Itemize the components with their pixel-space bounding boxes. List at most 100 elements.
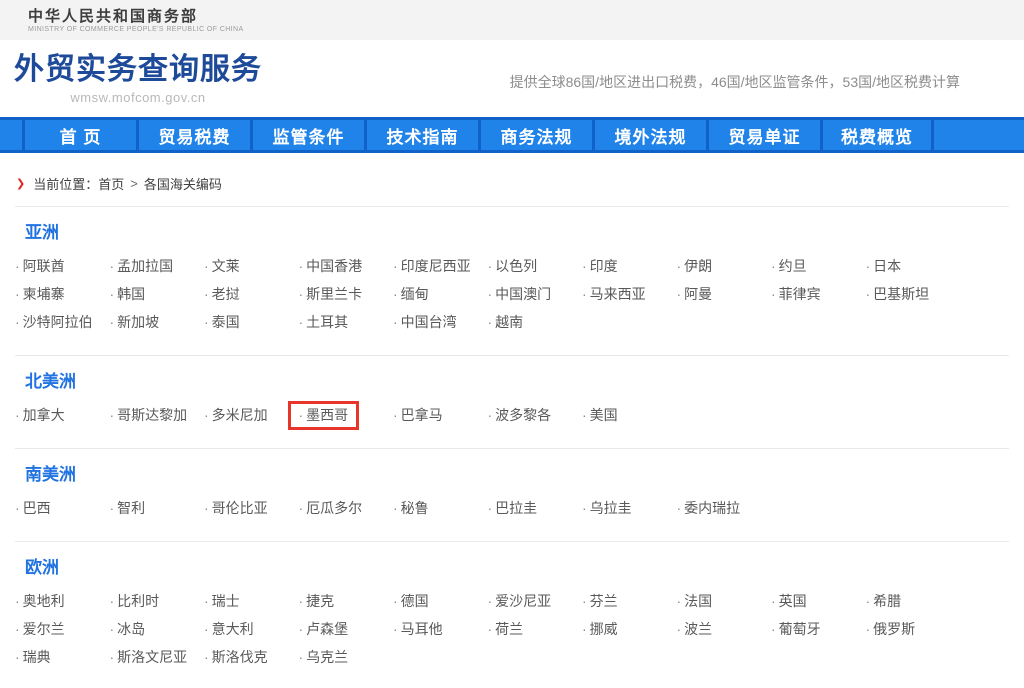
country-link[interactable]: ·越南 <box>488 314 583 331</box>
country-link[interactable]: ·多米尼加 <box>204 407 299 424</box>
country-link[interactable]: ·美国 <box>582 407 677 424</box>
country-name: 伊朗 <box>684 258 712 274</box>
country-link[interactable]: ·法国 <box>677 593 772 610</box>
country-link[interactable]: ·中国香港 <box>299 258 394 275</box>
country-box: ·约旦 <box>760 252 818 281</box>
ministry-subtitle: MINISTRY OF COMMERCE PEOPLE'S REPUBLIC O… <box>28 26 244 33</box>
country-name: 智利 <box>117 500 145 516</box>
country-link[interactable]: ·乌克兰 <box>299 649 394 666</box>
country-link[interactable]: ·波兰 <box>677 621 772 638</box>
country-link[interactable]: ·葡萄牙 <box>771 621 866 638</box>
country-name: 挪威 <box>590 621 618 637</box>
country-link[interactable]: ·冰岛 <box>110 621 205 638</box>
country-link[interactable]: ·以色列 <box>488 258 583 275</box>
country-link[interactable]: ·中国台湾 <box>393 314 488 331</box>
country-link[interactable]: ·哥伦比亚 <box>204 500 299 517</box>
country-link[interactable]: ·意大利 <box>204 621 299 638</box>
country-link[interactable]: ·巴拿马 <box>393 407 488 424</box>
breadcrumb-home-link[interactable]: 首页 <box>98 174 124 193</box>
country-link[interactable]: ·乌拉圭 <box>582 500 677 517</box>
continent-section: 北美洲 ·加拿大·哥斯达黎加·多米尼加·墨西哥·巴拿马·波多黎各·美国 <box>15 356 1009 449</box>
nav-tab-1[interactable]: 首 页 <box>22 120 136 150</box>
country-link[interactable]: ·委内瑞拉 <box>677 500 772 517</box>
country-link[interactable]: ·孟加拉国 <box>110 258 205 275</box>
country-name: 瑞典 <box>23 649 51 665</box>
country-name: 委内瑞拉 <box>684 500 740 516</box>
country-link[interactable]: ·文莱 <box>204 258 299 275</box>
bullet-dot: · <box>866 621 871 637</box>
country-link[interactable]: ·奥地利 <box>15 593 110 610</box>
country-link[interactable]: ·印度 <box>582 258 677 275</box>
country-link[interactable]: ·印度尼西亚 <box>393 258 488 275</box>
country-name: 巴拉圭 <box>495 500 537 516</box>
country-link[interactable]: ·荷兰 <box>488 621 583 638</box>
bullet-dot: · <box>866 593 871 609</box>
country-link[interactable]: ·新加坡 <box>110 314 205 331</box>
country-link[interactable]: ·马来西亚 <box>582 286 677 303</box>
country-box: ·巴拿马 <box>382 401 454 430</box>
country-link[interactable]: ·老挝 <box>204 286 299 303</box>
country-link[interactable]: ·巴基斯坦 <box>866 286 961 303</box>
country-box: ·伊朗 <box>666 252 724 281</box>
nav-tab-5[interactable]: 商务法规 <box>478 120 592 150</box>
country-link[interactable]: ·墨西哥 <box>299 407 394 424</box>
country-list: ·巴西·智利·哥伦比亚·厄瓜多尔·秘鲁·巴拉圭·乌拉圭·委内瑞拉 <box>15 500 960 517</box>
site-brand[interactable]: 外贸实务查询服务 wmsw.mofcom.gov.cn <box>14 52 262 117</box>
country-link[interactable]: ·伊朗 <box>677 258 772 275</box>
site-title: 外贸实务查询服务 <box>14 52 262 88</box>
nav-tab-2[interactable]: 贸易税费 <box>136 120 250 150</box>
country-link[interactable]: ·比利时 <box>110 593 205 610</box>
country-link[interactable]: ·秘鲁 <box>393 500 488 517</box>
country-link[interactable]: ·挪威 <box>582 621 677 638</box>
nav-tab-4[interactable]: 技术指南 <box>364 120 478 150</box>
country-link[interactable]: ·希腊 <box>866 593 961 610</box>
country-link[interactable]: ·阿联酋 <box>15 258 110 275</box>
nav-tab-7[interactable]: 贸易单证 <box>706 120 820 150</box>
country-link[interactable]: ·缅甸 <box>393 286 488 303</box>
country-link[interactable]: ·斯洛文尼亚 <box>110 649 205 666</box>
country-name: 爱沙尼亚 <box>495 593 551 609</box>
country-link[interactable]: ·智利 <box>110 500 205 517</box>
country-link[interactable]: ·俄罗斯 <box>866 621 961 638</box>
country-link[interactable]: ·柬埔寨 <box>15 286 110 303</box>
country-link[interactable]: ·斯洛伐克 <box>204 649 299 666</box>
country-link[interactable]: ·英国 <box>771 593 866 610</box>
country-link[interactable]: ·瑞士 <box>204 593 299 610</box>
country-link[interactable]: ·德国 <box>393 593 488 610</box>
country-name: 以色列 <box>495 258 537 274</box>
country-link[interactable]: ·爱沙尼亚 <box>488 593 583 610</box>
bullet-dot: · <box>677 500 682 516</box>
country-link[interactable]: ·巴西 <box>15 500 110 517</box>
bullet-dot: · <box>204 593 209 609</box>
ministry-logo[interactable]: 中华人民共和国商务部 MINISTRY OF COMMERCE PEOPLE'S… <box>28 8 244 33</box>
country-box: ·葡萄牙 <box>760 615 832 644</box>
nav-tab-3[interactable]: 监管条件 <box>250 120 364 150</box>
country-link[interactable]: ·泰国 <box>204 314 299 331</box>
nav-tab-8[interactable]: 税费概览 <box>820 120 934 150</box>
country-link[interactable]: ·波多黎各 <box>488 407 583 424</box>
country-link[interactable]: ·中国澳门 <box>488 286 583 303</box>
country-link[interactable]: ·哥斯达黎加 <box>110 407 205 424</box>
nav-tab-6[interactable]: 境外法规 <box>592 120 706 150</box>
bullet-dot: · <box>771 621 776 637</box>
country-link[interactable]: ·爱尔兰 <box>15 621 110 638</box>
country-link[interactable]: ·沙特阿拉伯 <box>15 314 110 331</box>
country-link[interactable]: ·捷克 <box>299 593 394 610</box>
country-link[interactable]: ·土耳其 <box>299 314 394 331</box>
country-link[interactable]: ·日本 <box>866 258 961 275</box>
country-link[interactable]: ·菲律宾 <box>771 286 866 303</box>
country-link[interactable]: ·阿曼 <box>677 286 772 303</box>
country-link[interactable]: ·马耳他 <box>393 621 488 638</box>
country-link[interactable]: ·约旦 <box>771 258 866 275</box>
country-link[interactable]: ·斯里兰卡 <box>299 286 394 303</box>
country-link[interactable]: ·韩国 <box>110 286 205 303</box>
country-link[interactable]: ·瑞典 <box>15 649 110 666</box>
country-name: 爱尔兰 <box>23 621 65 637</box>
country-link[interactable]: ·厄瓜多尔 <box>299 500 394 517</box>
country-link[interactable]: ·卢森堡 <box>299 621 394 638</box>
country-name: 多米尼加 <box>212 407 268 423</box>
country-link[interactable]: ·巴拉圭 <box>488 500 583 517</box>
bullet-dot: · <box>15 500 20 516</box>
country-link[interactable]: ·加拿大 <box>15 407 110 424</box>
country-link[interactable]: ·芬兰 <box>582 593 677 610</box>
